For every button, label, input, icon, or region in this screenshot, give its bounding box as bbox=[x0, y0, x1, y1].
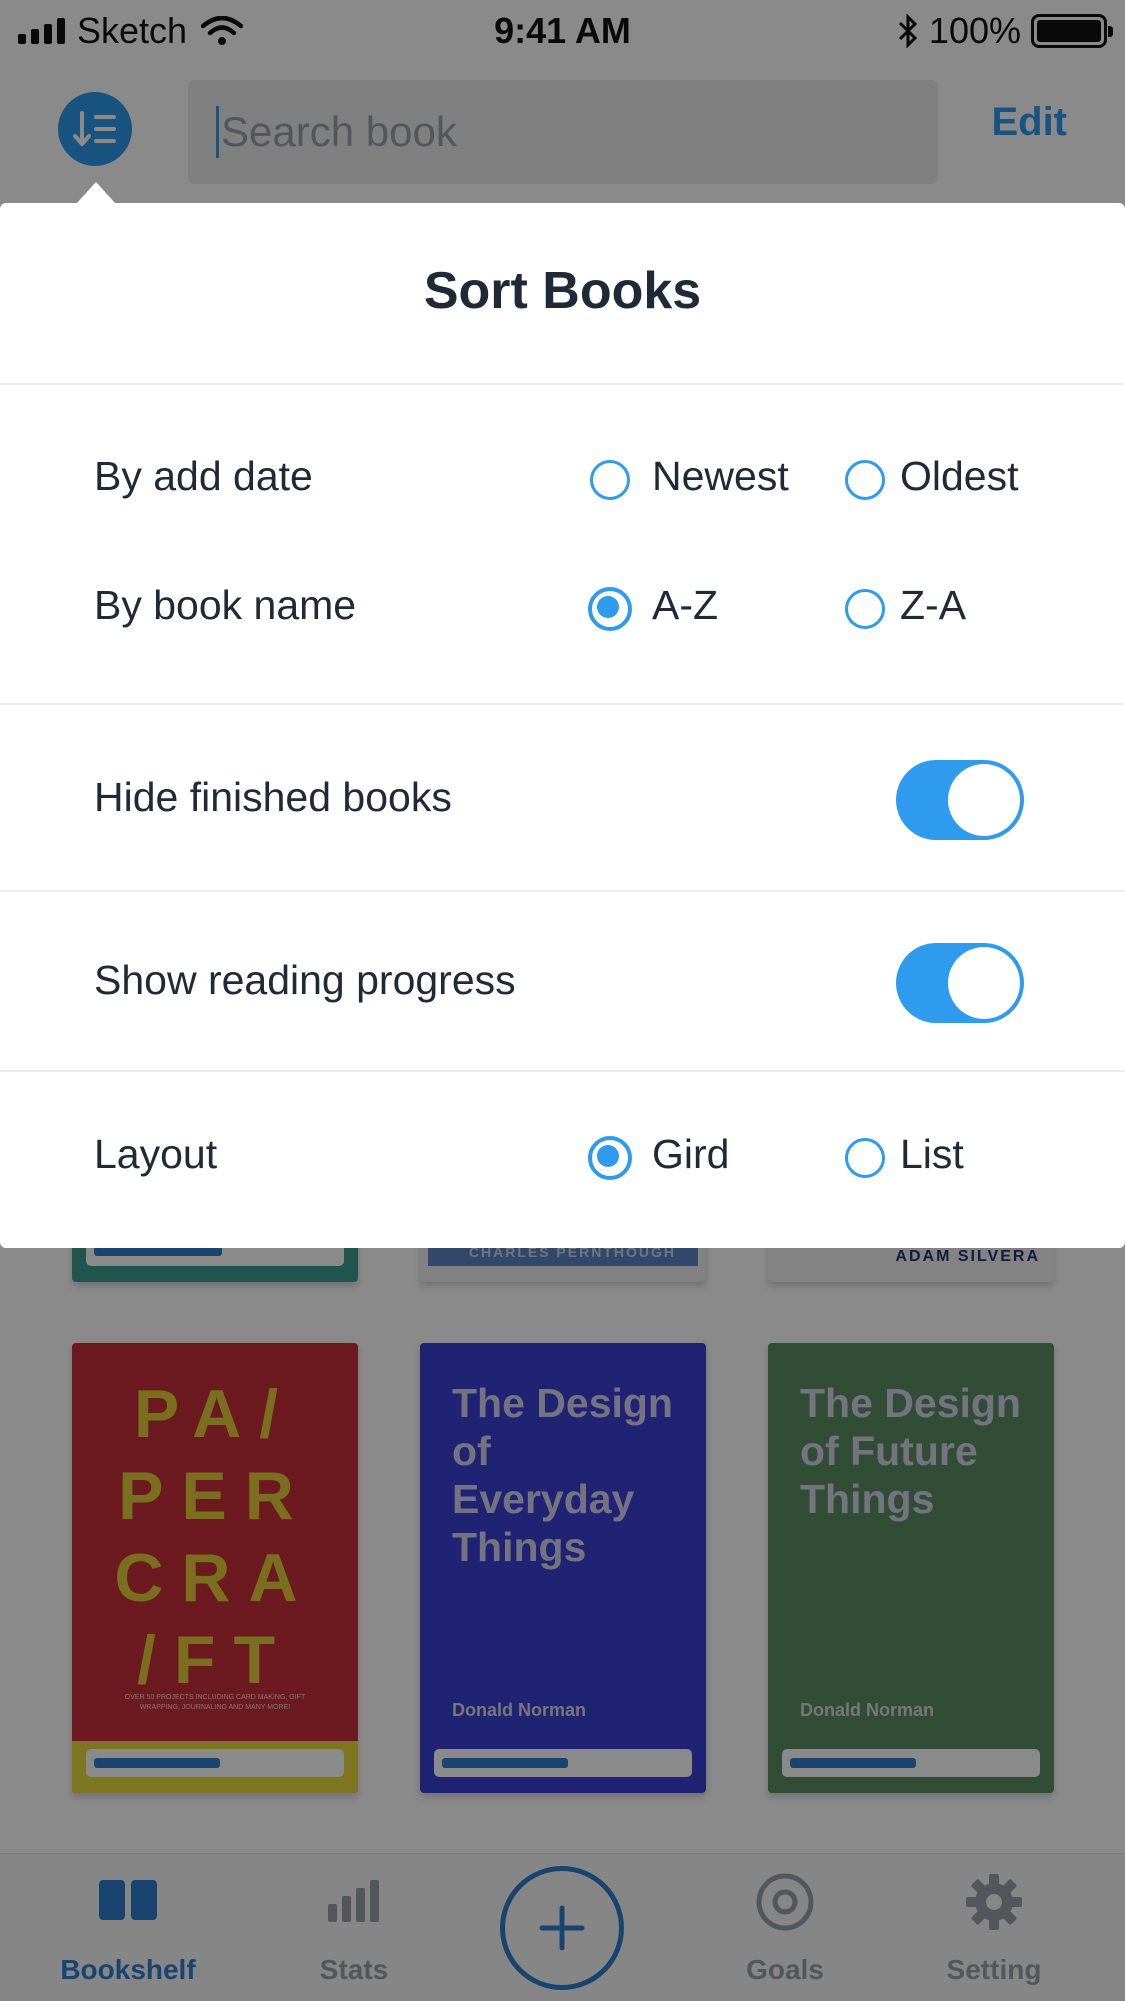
sort-books-popover: Sort Books By add date Newest Oldest By … bbox=[0, 203, 1125, 1248]
radio-a-z[interactable] bbox=[588, 587, 632, 631]
popover-arrow bbox=[76, 182, 116, 204]
radio-z-a-label: Z-A bbox=[900, 582, 967, 628]
radio-oldest[interactable] bbox=[845, 460, 885, 500]
radio-oldest-label: Oldest bbox=[900, 453, 1019, 499]
radio-list-label: List bbox=[900, 1131, 964, 1177]
hide-finished-books-toggle[interactable] bbox=[896, 760, 1024, 840]
radio-grid[interactable] bbox=[588, 1136, 632, 1180]
divider bbox=[0, 383, 1125, 385]
show-reading-progress-label: Show reading progress bbox=[94, 957, 516, 1003]
hide-finished-books-label: Hide finished books bbox=[94, 774, 452, 820]
radio-newest-label: Newest bbox=[652, 453, 789, 499]
radio-grid-label: Gird bbox=[652, 1131, 730, 1177]
divider bbox=[0, 890, 1125, 892]
radio-newest[interactable] bbox=[590, 460, 630, 500]
layout-label: Layout bbox=[94, 1131, 218, 1177]
radio-list[interactable] bbox=[845, 1138, 885, 1178]
popover-title: Sort Books bbox=[423, 262, 702, 320]
divider bbox=[0, 1070, 1125, 1072]
divider bbox=[0, 703, 1125, 705]
sort-by-add-date-label: By add date bbox=[94, 453, 313, 499]
toggle-knob bbox=[948, 947, 1020, 1019]
show-reading-progress-toggle[interactable] bbox=[896, 943, 1024, 1023]
toggle-knob bbox=[948, 764, 1020, 836]
radio-z-a[interactable] bbox=[845, 589, 885, 629]
sort-by-book-name-label: By book name bbox=[94, 582, 357, 628]
radio-a-z-label: A-Z bbox=[652, 582, 719, 628]
